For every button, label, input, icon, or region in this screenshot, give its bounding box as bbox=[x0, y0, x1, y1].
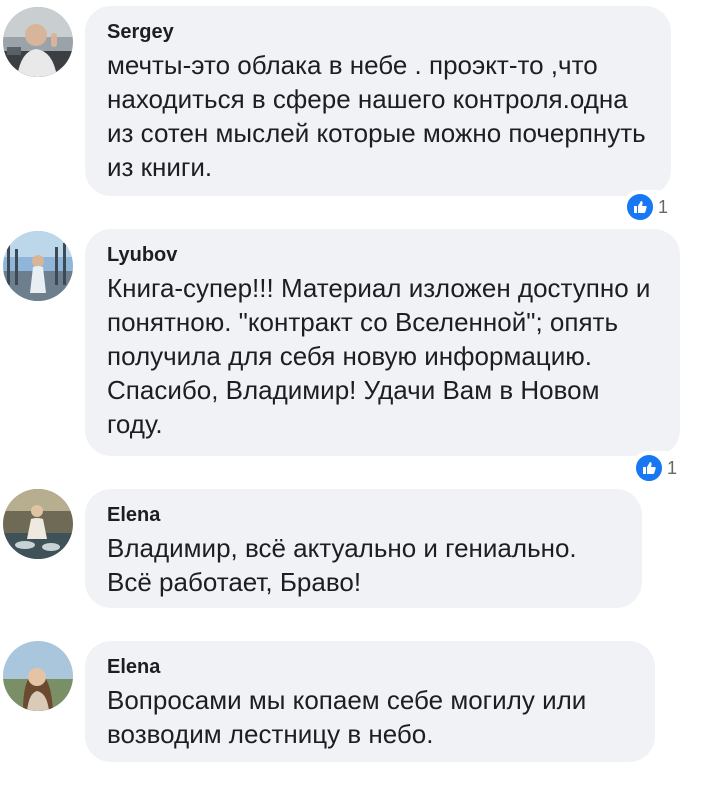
comment-author[interactable]: Elena bbox=[107, 503, 618, 527]
avatar[interactable] bbox=[3, 231, 73, 301]
comment-text: Владимир, всё актуально и гениально. Всё… bbox=[107, 533, 577, 597]
reaction-badge[interactable]: 1 bbox=[623, 190, 673, 224]
comment-bubble: Sergey мечты-это облака в небе . проэкт-… bbox=[85, 6, 671, 196]
comment-bubble: Lyubov Книга-супер!!! Материал изложен д… bbox=[85, 229, 680, 456]
avatar[interactable] bbox=[3, 641, 73, 711]
like-icon bbox=[625, 192, 655, 222]
comment-bubble: Elena Вопросами мы копаем себе могилу ил… bbox=[85, 641, 655, 762]
comment-author[interactable]: Lyubov bbox=[107, 243, 656, 267]
avatar[interactable] bbox=[3, 489, 73, 559]
comment-text: Вопросами мы копаем себе могилу или возв… bbox=[107, 685, 587, 749]
reaction-count: 1 bbox=[658, 196, 669, 217]
comment-author[interactable]: Elena bbox=[107, 655, 631, 679]
avatar[interactable] bbox=[3, 7, 73, 77]
comment-text: Книга-супер!!! Материал изложен доступно… bbox=[107, 273, 651, 439]
reaction-count: 1 bbox=[667, 457, 678, 478]
comment-text: мечты-это облака в небе . проэкт-то ,что… bbox=[107, 50, 646, 182]
comment-author[interactable]: Sergey bbox=[107, 20, 647, 44]
comment-bubble: Elena Владимир, всё актуально и гениальн… bbox=[85, 489, 642, 608]
reaction-badge[interactable]: 1 bbox=[632, 451, 682, 485]
like-icon bbox=[634, 453, 664, 483]
